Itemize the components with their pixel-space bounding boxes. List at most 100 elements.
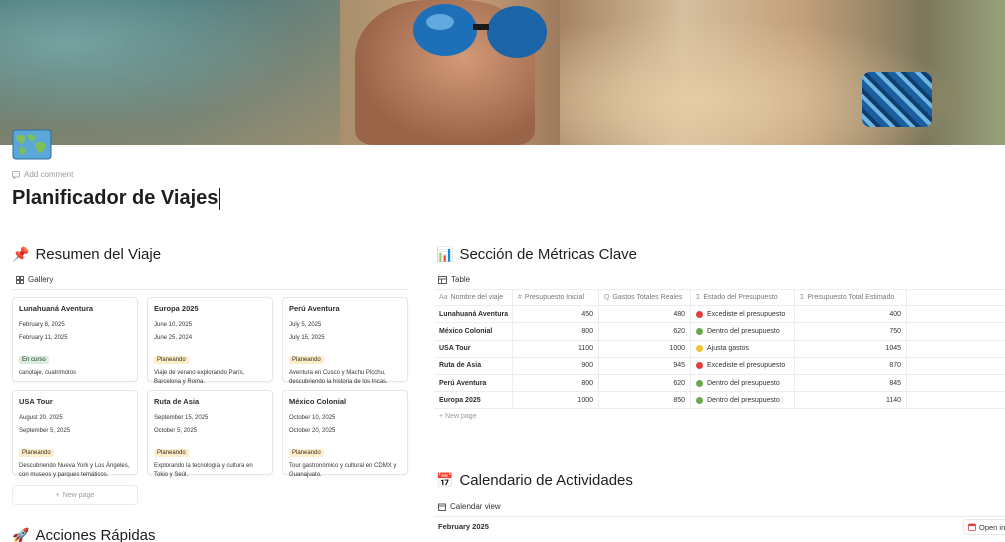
table-new-page-button[interactable]: + New page [434, 409, 1005, 424]
card-start-date: September 15, 2025 [154, 415, 209, 421]
gallery-card[interactable]: Europa 2025 June 10, 2025 June 25, 2024 Pla… [147, 297, 273, 385]
cell-trip-name[interactable]: México Colonial [434, 323, 513, 340]
card-title: México Colonial [289, 397, 347, 406]
card-start-date: July 5, 2025 [289, 322, 322, 328]
cell-trip-name[interactable]: Ruta de Asia [434, 357, 513, 374]
status-badge: Planeando [19, 449, 54, 457]
page-title[interactable]: Planificador de Viajes [12, 187, 221, 210]
open-in-label: Open in [979, 522, 1005, 532]
card-end-date: February 11, 2025 [19, 335, 68, 341]
card-description: Explorando la tecnología y cultura en To… [154, 463, 253, 478]
card-end-date: June 25, 2024 [154, 335, 193, 341]
cell-initial-budget[interactable]: 1000 [513, 392, 599, 409]
status-text: Excediste el presupuesto [707, 310, 786, 318]
world-map-icon[interactable] [12, 127, 52, 161]
cell-empty [907, 375, 1005, 391]
cell-empty [907, 392, 1005, 408]
column-header-label: Gastos Totales Reales [612, 294, 683, 302]
cell-estimated-budget[interactable]: 400 [795, 306, 907, 323]
gallery-card[interactable]: México Colonial October 10, 2025 October 2… [282, 390, 408, 478]
status-text: Dentro del presupuesto [707, 379, 780, 387]
cell-initial-budget[interactable]: 450 [513, 306, 599, 323]
cell-estimated-budget[interactable]: 750 [795, 323, 907, 340]
cell-trip-name[interactable]: USA Tour [434, 340, 513, 357]
status-dot [696, 310, 703, 318]
add-comment-button[interactable]: Add comment [12, 170, 73, 179]
cell-budget-status[interactable]: Dentro del presupuesto [691, 323, 795, 340]
cell-trip-name[interactable]: Lunahuaná Aventura [434, 306, 513, 323]
card-end-date: September 5, 2025 [19, 428, 71, 434]
table-row[interactable]: Ruta de Asia 900 945 Excediste el presupues… [434, 357, 1005, 375]
table-view-label: Table [451, 275, 471, 284]
calendar-divider [434, 516, 1005, 517]
table-row[interactable]: USA Tour 1100 1000 Ajusta gastos 1045 [434, 340, 1005, 358]
cell-empty [907, 323, 1005, 339]
calendar-view-label: Calendar view [450, 502, 501, 511]
cell-trip-name[interactable]: Europa 2025 [434, 392, 513, 409]
status-badge: Planeando [154, 356, 189, 364]
column-header-initial[interactable]: # Presupuesto Inicial [513, 290, 599, 306]
cover-sunglasses [413, 4, 547, 58]
gallery-new-page-button[interactable]: + New page [12, 485, 138, 505]
cell-actual-expenses[interactable]: 945 [599, 357, 691, 374]
table-view-tab[interactable]: Table [438, 275, 470, 284]
cover-sand [560, 0, 1005, 145]
gallery-card[interactable]: USA Tour August 20, 2025 September 5, 2025… [12, 390, 138, 478]
cell-estimated-budget[interactable]: 870 [795, 357, 907, 374]
cell-actual-expenses[interactable]: 620 [599, 323, 691, 340]
cell-trip-name[interactable]: Perú Aventura [434, 374, 513, 392]
cell-estimated-budget[interactable]: 1045 [795, 340, 907, 357]
comment-icon [12, 170, 20, 179]
bar-chart-icon: 📊 [436, 246, 454, 262]
column-header-estimated[interactable]: Σ Presupuesto Total Estimado [795, 290, 907, 306]
cell-estimated-budget[interactable]: 845 [795, 374, 907, 392]
gallery-card[interactable]: Perú Aventura July 5, 2025 July 15, 2025 Pl… [282, 297, 408, 385]
calendar-heading: 📅 Calendario de Actividades [436, 472, 633, 489]
add-comment-label: Add comment [24, 170, 74, 179]
summary-heading: 📌 Resumen del Viaje [12, 246, 161, 263]
gallery-card[interactable]: Ruta de Asia September 15, 2025 October 5,… [147, 390, 273, 478]
cover-image[interactable] [0, 0, 1005, 145]
card-title: Ruta de Asia [154, 397, 200, 406]
cell-actual-expenses[interactable]: 850 [599, 392, 691, 409]
cell-budget-status[interactable]: Excediste el presupuesto [691, 306, 795, 323]
cell-initial-budget[interactable]: 800 [513, 374, 599, 392]
card-description: Descubriendo Nueva York y Los Ángeles, c… [19, 463, 130, 478]
column-header-name[interactable]: Aa Nombre del viaje [434, 290, 513, 306]
cell-actual-expenses[interactable]: 480 [599, 306, 691, 323]
page-title-text: Planificador de Viajes [12, 187, 219, 209]
cell-initial-budget[interactable]: 900 [513, 357, 599, 374]
card-title: Lunahuaná Aventura [19, 304, 94, 313]
cell-budget-status[interactable]: Dentro del presupuesto [691, 392, 795, 409]
table-row[interactable]: Perú Aventura 800 620 Dentro del presupuest… [434, 374, 1005, 393]
cell-actual-expenses[interactable]: 620 [599, 374, 691, 392]
plus-icon: + [55, 491, 60, 499]
card-start-date: February 8, 2025 [19, 322, 65, 328]
table-header-row: Aa Nombre del viaje # Presupuesto Inicial … [434, 289, 1005, 307]
table-row[interactable]: Europa 2025 1000 850 Dentro del presupuesto… [434, 392, 1005, 410]
cell-budget-status[interactable]: Excediste el presupuesto [691, 357, 795, 374]
table-row[interactable]: México Colonial 800 620 Dentro del presupue… [434, 323, 1005, 341]
open-in-calendar-button[interactable]: Open in [963, 519, 1005, 535]
gallery-new-page-label: New page [62, 491, 95, 499]
gallery-view-label: Gallery [28, 275, 54, 284]
status-badge: Planeando [289, 356, 324, 364]
cell-budget-status[interactable]: Ajusta gastos [691, 340, 795, 357]
column-header-empty [907, 290, 1005, 305]
status-text: Ajusta gastos [707, 345, 750, 353]
cell-actual-expenses[interactable]: 1000 [599, 340, 691, 357]
cell-initial-budget[interactable]: 1100 [513, 340, 599, 357]
cell-estimated-budget[interactable]: 1140 [795, 392, 907, 409]
gallery-view-tab[interactable]: Gallery [16, 275, 53, 284]
column-header-status[interactable]: Σ Estado del Presupuesto [691, 290, 795, 306]
column-header-actual[interactable]: Q Gastos Totales Reales [599, 290, 691, 306]
pushpin-icon: 📌 [12, 246, 30, 262]
calendar-view-tab[interactable]: Calendar view [438, 502, 501, 511]
cell-initial-budget[interactable]: 800 [513, 323, 599, 340]
calendar-emoji-icon: 📅 [436, 472, 454, 488]
table-row[interactable]: Lunahuaná Aventura 450 480 Excediste el pre… [434, 306, 1005, 324]
cell-budget-status[interactable]: Dentro del presupuesto [691, 374, 795, 392]
card-start-date: October 10, 2025 [289, 415, 336, 421]
gallery-card[interactable]: Lunahuaná Aventura February 8, 2025 Februa… [12, 297, 138, 382]
card-end-date: October 20, 2025 [289, 428, 336, 434]
